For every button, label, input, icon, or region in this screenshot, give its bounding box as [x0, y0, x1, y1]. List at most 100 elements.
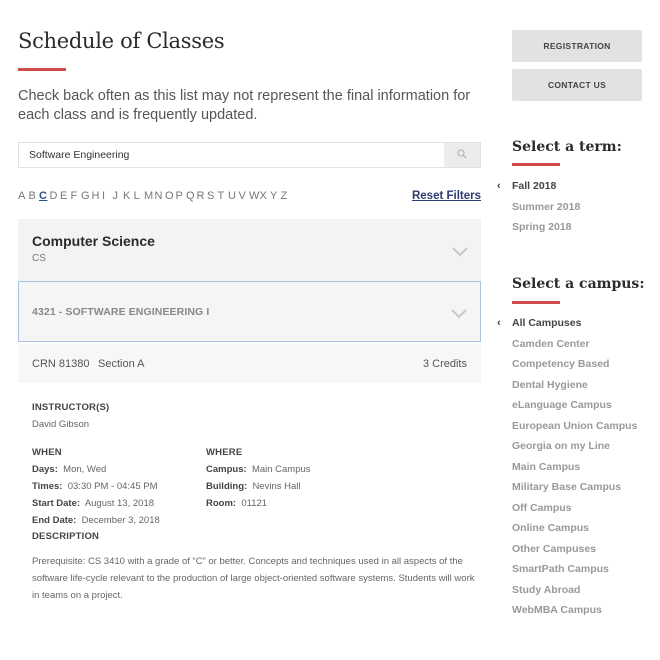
department-header[interactable]: Computer Science CS	[18, 219, 481, 281]
alphabet-letter-n[interactable]: N	[155, 190, 166, 202]
term-item[interactable]: Summer 2018	[512, 201, 580, 222]
campus-heading-underline	[512, 301, 560, 304]
campus-item-label: Competency Based	[512, 358, 610, 370]
times-field: Times: 03:30 PM - 04:45 PM	[32, 481, 158, 492]
campus-item-label: Other Campuses	[512, 542, 597, 555]
campus-item[interactable]: WebMBA Campus	[512, 604, 637, 625]
alphabet-letter-p[interactable]: P	[176, 190, 187, 202]
alphabet-letter-o[interactable]: O	[165, 190, 176, 202]
course-header[interactable]: 4321 - SOFTWARE ENGINEERING I	[18, 281, 481, 342]
campus-item[interactable]: eLanguage Campus	[512, 399, 637, 420]
alphabet-letter-b[interactable]: B	[29, 190, 40, 202]
registration-button[interactable]: REGISTRATION	[512, 30, 642, 62]
term-item-label: Spring 2018	[512, 221, 572, 233]
campus-value: Main Campus	[251, 464, 311, 475]
start-date-field: Start Date: August 13, 2018	[32, 498, 154, 509]
alphabet-letter-e[interactable]: E	[60, 190, 71, 202]
where-heading: WHERE	[206, 447, 243, 458]
alphabet-letter-t[interactable]: T	[218, 190, 229, 202]
alphabet-letter-q[interactable]: Q	[186, 190, 197, 202]
instructor-heading: INSTRUCTOR(S)	[32, 402, 110, 413]
term-item[interactable]: ‹ Fall 2018	[497, 180, 580, 201]
alphabet-letter-m[interactable]: M	[144, 190, 155, 202]
campus-item[interactable]: European Union Campus	[512, 420, 637, 441]
campus-item-label: Dental Hygiene	[512, 378, 588, 391]
campus-item[interactable]: SmartPath Campus	[512, 563, 637, 584]
section-row[interactable]: CRN 81380 Section A 3 Credits	[18, 344, 481, 383]
campus-heading: Select a campus:	[512, 276, 645, 292]
term-heading: Select a term:	[512, 139, 622, 155]
campus-item[interactable]: Dental Hygiene	[512, 379, 637, 400]
reset-filters-link[interactable]: Reset Filters	[412, 190, 481, 202]
campus-item-label: European Union Campus	[512, 419, 638, 432]
alphabet-letter-y[interactable]: Y	[270, 190, 281, 202]
days-value: Mon, Wed	[63, 464, 107, 475]
campus-item-label: Georgia on my Line	[512, 440, 611, 452]
campus-item[interactable]: Off Campus	[512, 502, 637, 523]
alphabet-letter-k[interactable]: K	[123, 190, 134, 202]
campus-item[interactable]: Georgia on my Line	[512, 440, 637, 461]
alphabet-letter-x[interactable]: X	[260, 190, 271, 202]
alphabet-letter-h[interactable]: H	[92, 190, 103, 202]
credits-label: 3 Credits	[422, 358, 467, 370]
alphabet-letter-j[interactable]: J	[113, 190, 124, 202]
search-button[interactable]	[444, 143, 480, 167]
contact-us-button[interactable]: CONTACT US	[512, 69, 642, 101]
building-value: Nevins Hall	[252, 481, 301, 492]
campus-item-label: WebMBA Campus	[512, 604, 602, 616]
campus-item[interactable]: Competency Based	[512, 358, 637, 379]
start-date-label: Start Date:	[32, 498, 81, 509]
course-title: 4321 - SOFTWARE ENGINEERING I	[32, 306, 210, 318]
campus-item[interactable]: Military Base Campus	[512, 481, 637, 502]
alphabet-letter-r[interactable]: R	[197, 190, 208, 202]
room-value: 01121	[241, 498, 268, 509]
alphabet-letter-s[interactable]: S	[207, 190, 218, 202]
alphabet-letter-g[interactable]: G	[81, 190, 92, 202]
alphabet-letter-u[interactable]: U	[228, 190, 239, 202]
crn-number: CRN 81380	[32, 358, 90, 370]
building-field: Building: Nevins Hall	[206, 481, 300, 492]
campus-item[interactable]: Other Campuses	[512, 543, 637, 564]
alphabet-letter-d[interactable]: D	[50, 190, 61, 202]
alphabet-letter-c[interactable]: C	[39, 190, 50, 202]
end-date-label: End Date:	[32, 515, 77, 526]
term-item[interactable]: Spring 2018	[512, 221, 580, 242]
instructor-name: David Gibson	[32, 419, 90, 430]
campus-field: Campus: Main Campus	[206, 464, 311, 475]
alphabet-letter-w[interactable]: W	[249, 190, 260, 202]
alphabet-filter: ABCDEFGHIJKLMNOPQRSTUVWXYZ	[18, 190, 291, 202]
when-heading: WHEN	[32, 447, 62, 458]
campus-item[interactable]: Study Abroad	[512, 584, 637, 605]
end-date-value: December 3, 2018	[81, 515, 160, 526]
alphabet-letter-i[interactable]: I	[102, 190, 113, 202]
alphabet-letter-f[interactable]: F	[71, 190, 82, 202]
campus-item[interactable]: Online Campus	[512, 522, 637, 543]
alphabet-letter-v[interactable]: V	[239, 190, 250, 202]
building-label: Building:	[206, 481, 248, 492]
search-bar	[18, 142, 481, 168]
campus-item-label: Military Base Campus	[512, 481, 622, 493]
chevron-down-icon[interactable]	[451, 306, 467, 319]
campus-item[interactable]: ‹ All Campuses	[497, 317, 637, 338]
department-name: Computer Science	[32, 233, 155, 249]
search-icon	[457, 146, 467, 164]
days-label: Days:	[32, 464, 58, 475]
description-heading: DESCRIPTION	[32, 531, 100, 542]
department-code: CS	[32, 253, 46, 264]
chevron-left-icon: ‹	[497, 180, 501, 192]
search-input[interactable]	[19, 143, 445, 167]
campus-item-label: All Campuses	[512, 317, 582, 329]
intro-text: Check back often as this list may not re…	[18, 88, 471, 123]
end-date-field: End Date: December 3, 2018	[32, 515, 160, 526]
alphabet-letter-l[interactable]: L	[134, 190, 145, 202]
campus-item[interactable]: Camden Center	[512, 338, 637, 359]
campus-item[interactable]: Main Campus	[512, 461, 637, 482]
alphabet-letter-a[interactable]: A	[18, 190, 29, 202]
term-item-label: Summer 2018	[512, 200, 581, 213]
room-label: Room:	[206, 498, 237, 509]
chevron-down-icon[interactable]	[452, 244, 468, 257]
campus-item-label: Online Campus	[512, 522, 590, 534]
alphabet-letter-z[interactable]: Z	[281, 190, 292, 202]
page-title: Schedule of Classes	[18, 29, 225, 53]
campus-item-label: Main Campus	[512, 460, 581, 473]
